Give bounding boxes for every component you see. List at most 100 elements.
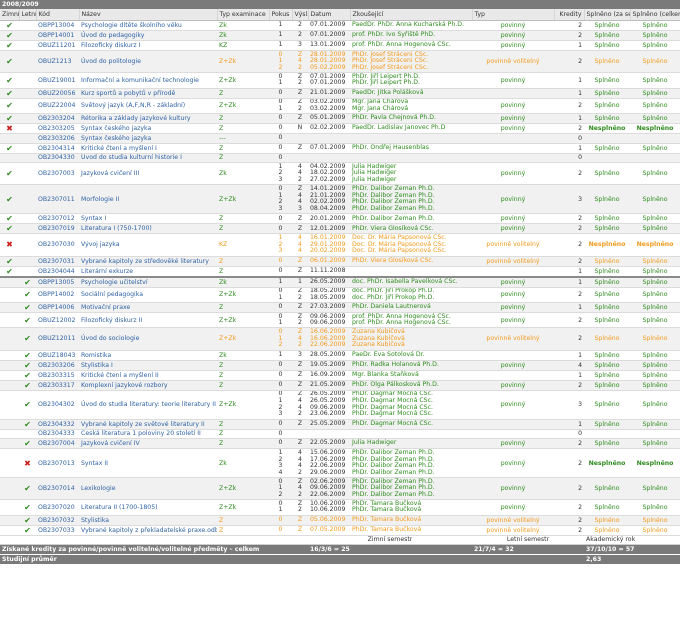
completed-semester-cell: Splněno: [584, 275, 630, 288]
course-code-link[interactable]: OB2303315: [38, 372, 75, 379]
course-code-link[interactable]: OB2307012: [38, 215, 75, 222]
course-name-link[interactable]: Stylistika I: [81, 362, 113, 369]
course-code-link[interactable]: OBPP13005: [38, 279, 74, 286]
course-code-link[interactable]: OB2304333: [38, 430, 75, 437]
course-name-link[interactable]: Vybrané kapitoly ze světové literatury I…: [81, 421, 205, 428]
credits-cell: 2: [554, 438, 584, 450]
name-cell: Psychologie dítěte školního věku: [79, 20, 217, 31]
course-name-link[interactable]: Syntax českého jazyka: [81, 125, 151, 132]
course-name-link[interactable]: Úvod do sociologie: [81, 335, 139, 342]
course-name-link[interactable]: Úvod do pedagogiky: [81, 32, 144, 39]
result-value: 3: [298, 41, 302, 49]
col-kredity[interactable]: Kredity: [554, 9, 585, 21]
course-name-link[interactable]: Motivační praxe: [81, 304, 130, 311]
course-code-link[interactable]: OBPP13004: [38, 22, 74, 29]
course-name-link[interactable]: Morfologie II: [81, 196, 119, 203]
course-code-link[interactable]: OBUZ18043: [38, 352, 75, 359]
course-code-link[interactable]: OB2307031: [38, 258, 75, 265]
course-name-link[interactable]: Vývoj jazyka: [81, 241, 120, 248]
course-name-link[interactable]: Kritické čtení a myšlení II: [81, 372, 159, 379]
course-name-link[interactable]: Úvod do studia kulturní historie I: [81, 154, 182, 161]
course-name-link[interactable]: Kritické čtení a myšlení I: [81, 145, 157, 152]
attempt-value: 0: [278, 303, 283, 311]
course-code-link[interactable]: OB2303206: [38, 362, 75, 369]
course-name-link[interactable]: Sociální pedagogika: [81, 291, 143, 298]
course-name-link[interactable]: Filozofický diskurz I: [81, 42, 140, 49]
course-code-link[interactable]: OBPP14002: [38, 291, 74, 298]
code-cell: OB2303317: [36, 380, 79, 391]
course-code-link[interactable]: OB2307011: [38, 196, 75, 203]
course-code-link[interactable]: OBUZ20056: [38, 90, 75, 97]
course-code-link[interactable]: OB2304314: [38, 145, 75, 152]
result-cell: Z2: [292, 312, 308, 329]
course-code-link[interactable]: OBUZ12002: [38, 317, 75, 324]
col-kod[interactable]: Kód: [36, 9, 80, 21]
col-splneno-celkem[interactable]: Splněno (celkem): [630, 9, 680, 21]
course-code-link[interactable]: OB2307030: [38, 241, 75, 248]
course-code-link[interactable]: OB2307019: [38, 225, 75, 232]
course-name-link[interactable]: Vybrané kapitoly ze středověké literatur…: [81, 258, 209, 265]
course-name-link[interactable]: Česká literatura 1 poloviny 20 století I…: [81, 430, 201, 437]
course-name-link[interactable]: Filozofický diskurz II: [81, 317, 142, 324]
course-code-link[interactable]: OBUZ12011: [38, 335, 75, 342]
col-typ-examinace[interactable]: Typ examinace: [217, 9, 270, 21]
date-cell: 07.01.2009: [308, 30, 350, 41]
course-code-link[interactable]: OBPP14006: [38, 304, 74, 311]
course-name-link[interactable]: Literatura I (750-1700): [81, 225, 152, 232]
course-code-link[interactable]: OBUZ19001: [38, 77, 75, 84]
course-name-link[interactable]: Světový jazyk (A,F,N,R - základní): [81, 102, 185, 109]
course-code-link[interactable]: OB2304044: [38, 268, 75, 275]
course-code-link[interactable]: OB2307013: [38, 460, 75, 467]
course-code-link[interactable]: OBUZ1213: [38, 58, 72, 65]
course-name-link[interactable]: Vybrané kapitoly z překladatelské praxe.…: [81, 527, 217, 534]
course-code-link[interactable]: OB2307020: [38, 504, 75, 511]
course-name-link[interactable]: Psychologie dítěte školního věku: [81, 22, 182, 29]
completed-total-cell: Splněno: [630, 98, 680, 114]
course-name-link[interactable]: Kurz sportů a pobytů v přírodě: [81, 90, 175, 97]
col-vysl[interactable]: Výsl.: [292, 9, 309, 21]
course-code-link[interactable]: OB2307004: [38, 440, 75, 447]
attempt-value: 2: [278, 341, 283, 349]
course-code-link[interactable]: OBUZ11201: [38, 42, 75, 49]
course-code-link[interactable]: OB2303317: [38, 382, 75, 389]
course-name-link[interactable]: Syntax českého jazyka: [81, 135, 151, 142]
col-zkousejici[interactable]: Zkoušející: [350, 9, 473, 21]
course-code-link[interactable]: OB2307033: [38, 527, 75, 534]
course-name-link[interactable]: Literární exkurze: [81, 268, 133, 275]
course-name-link[interactable]: Komplexní jazykové rozbory: [81, 382, 168, 389]
course-name-link[interactable]: Jazyková cvičení III: [81, 170, 139, 177]
course-code-link[interactable]: OB2304332: [38, 421, 75, 428]
course-name-link[interactable]: Rétorika a základy jazykové kultury: [81, 115, 191, 122]
col-nazev[interactable]: Název: [79, 9, 218, 21]
course-name-link[interactable]: Syntax I: [81, 215, 106, 222]
course-code-link[interactable]: OB2303204: [38, 115, 75, 122]
course-code-link[interactable]: OB2303205: [38, 125, 75, 132]
table-row: ✔ OBPP13004 Psychologie dítěte školního vě…: [0, 20, 680, 31]
course-name-link[interactable]: Stylistika: [81, 517, 109, 524]
course-code-link[interactable]: OB2304330: [38, 154, 75, 161]
course-name-link[interactable]: Psychologie učitelství: [81, 279, 148, 286]
col-splneno-sem[interactable]: Splněno (za sem): [584, 9, 631, 21]
col-typ[interactable]: Typ: [472, 9, 555, 21]
course-code-link[interactable]: OB2307014: [38, 485, 75, 492]
course-code-link[interactable]: OBUZ22004: [38, 102, 75, 109]
examiner-value: PhDr. Dagmar Mocná CSc.: [352, 410, 433, 418]
code-cell: OB2304302: [36, 390, 79, 420]
course-name-link[interactable]: Romistika: [81, 352, 111, 359]
course-code-link[interactable]: OB2307032: [38, 517, 75, 524]
course-code-link[interactable]: OB2304302: [38, 401, 75, 408]
course-name-link[interactable]: Literatura II (1700-1805): [81, 504, 158, 511]
course-name-link[interactable]: Úvod do politologie: [81, 58, 141, 65]
course-name-link[interactable]: Syntax II: [81, 460, 108, 467]
course-name-link[interactable]: Jazyková cvičení IV: [81, 440, 140, 447]
course-name-link[interactable]: Úvod do studia literatury: teorie litera…: [81, 401, 216, 408]
col-zimni[interactable]: Zimní: [0, 9, 20, 21]
col-letni[interactable]: Letní: [19, 9, 37, 21]
course-name-link[interactable]: Lexikologie: [81, 485, 116, 492]
course-code-link[interactable]: OBPP14001: [38, 32, 74, 39]
course-code-link[interactable]: OB2303206: [38, 135, 75, 142]
col-pokus[interactable]: Pokus: [269, 9, 293, 21]
course-name-link[interactable]: Informační a komunikační technologie: [81, 77, 199, 84]
course-code-link[interactable]: OB2307003: [38, 170, 75, 177]
col-datum[interactable]: Datum: [308, 9, 351, 21]
